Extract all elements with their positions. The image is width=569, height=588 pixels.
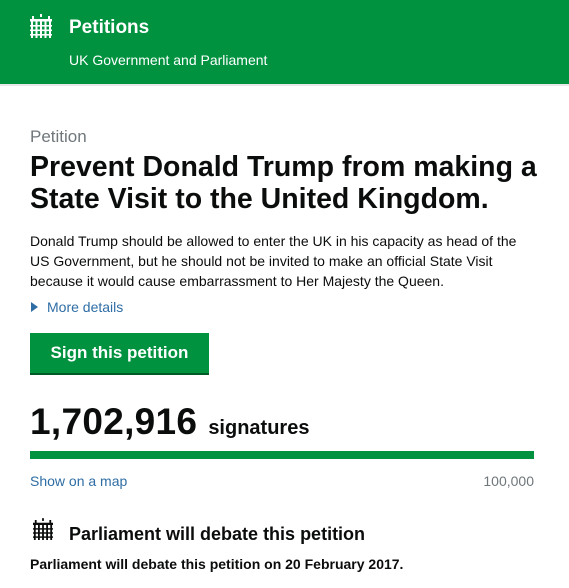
- signature-progress-bar: [30, 451, 534, 459]
- show-on-map-link[interactable]: Show on a map: [30, 473, 127, 489]
- petition-eyebrow: Petition: [30, 127, 87, 146]
- debate-date-text: Parliament will debate this petition on …: [30, 556, 404, 572]
- sign-petition-button[interactable]: Sign this petition: [30, 333, 209, 373]
- portcullis-icon: [30, 14, 52, 38]
- disclosure-triangle-icon: [31, 302, 38, 312]
- signature-count-number: 1,702,916: [30, 401, 198, 442]
- signature-progress-fill: [30, 451, 534, 459]
- signature-threshold: 100,000: [483, 473, 534, 489]
- more-details-toggle[interactable]: More details: [30, 299, 123, 315]
- petition-description: Donald Trump should be allowed to enter …: [30, 233, 517, 289]
- signature-count-label: signatures: [208, 417, 310, 439]
- signature-count: 1,702,916 signatures: [30, 401, 309, 443]
- header-divider: [0, 84, 569, 86]
- site-subtitle: UK Government and Parliament: [69, 52, 268, 68]
- portcullis-icon: [33, 518, 53, 540]
- petition-title: Prevent Donald Trump from making a State…: [30, 151, 537, 215]
- more-details-label: More details: [47, 299, 124, 315]
- debate-heading: Parliament will debate this petition: [69, 524, 366, 544]
- site-title[interactable]: Petitions: [69, 17, 149, 39]
- site-header: Petitions UK Government and Parliament: [0, 0, 569, 84]
